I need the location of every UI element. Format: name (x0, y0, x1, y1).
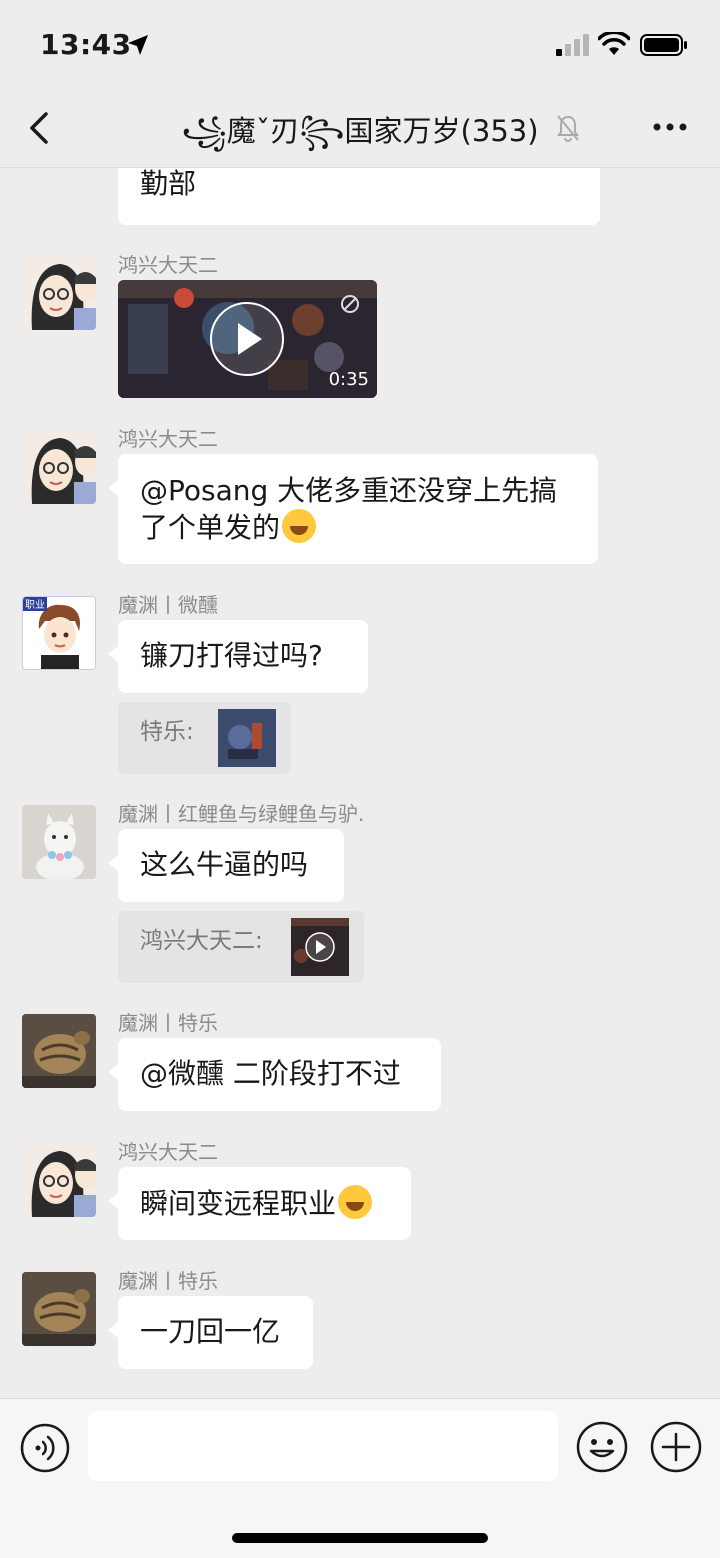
message-text: 镰刀打得过吗? (140, 639, 323, 672)
nav-bar: ꧁魔ˇ刃꧂国家万岁(353) (0, 90, 720, 168)
message-bubble[interactable]: 瞬间变远程职业 (108, 1167, 411, 1240)
tears-of-joy-emoji-icon (338, 1185, 373, 1219)
home-indicator[interactable] (232, 1533, 488, 1543)
message-text: 这么牛逼的吗 (140, 848, 309, 881)
avatar[interactable] (22, 256, 96, 330)
more-dots-icon[interactable] (652, 122, 688, 132)
quote-video-thumbnail (291, 918, 349, 976)
status-bar: 13:43 (0, 0, 720, 90)
message-bubble[interactable]: 一刀回一亿 (108, 1296, 313, 1369)
avatar[interactable] (22, 1143, 96, 1217)
avatar[interactable] (22, 430, 96, 504)
message-text: 一刀回一亿 (140, 1315, 281, 1348)
avatar[interactable] (22, 1014, 96, 1088)
signal-icon (556, 34, 589, 56)
message-text: 了个单发的 (140, 511, 281, 544)
message-bubble[interactable]: @Posang 大佬多重还没穿上先搞 了个单发的 (108, 454, 598, 564)
message-text: @微醺 二阶段打不过 (140, 1057, 401, 1090)
chat-message-list[interactable]: 勤部 鸿兴大天二 0:35 鸿兴大天二 @Posang 大佬多重还没穿上先搞 了… (0, 168, 720, 1398)
message-bubble[interactable]: 镰刀打得过吗? (108, 620, 368, 693)
location-arrow-icon (128, 35, 148, 55)
quote-sender: 特乐: (140, 719, 194, 745)
plus-icon[interactable] (650, 1421, 702, 1473)
sender-name: 魔渊丨特乐 (118, 1011, 218, 1035)
avatar-badge: 职业 (25, 599, 45, 611)
sender-name: 魔渊丨红鲤鱼与绿鲤鱼与驴. (118, 802, 365, 826)
sender-name: 鸿兴大天二 (118, 253, 218, 277)
quote-sender: 鸿兴大天二: (140, 928, 263, 954)
video-duration: 0:35 (328, 369, 369, 390)
sender-name: 鸿兴大天二 (118, 427, 218, 451)
bell-slash-icon (557, 115, 579, 142)
message-text: 勤部 (140, 168, 197, 200)
crying-laughing-emoji-icon (282, 509, 317, 543)
avatar[interactable] (22, 805, 96, 879)
message-input[interactable] (88, 1411, 558, 1481)
chevron-left-icon[interactable] (26, 110, 52, 146)
battery-icon (640, 34, 687, 56)
message-bubble[interactable]: @微醺 二阶段打不过 (108, 1038, 441, 1111)
voice-icon[interactable] (20, 1423, 70, 1473)
input-bar (0, 1398, 720, 1558)
quoted-reply[interactable]: 鸿兴大天二: (118, 911, 364, 983)
avatar[interactable] (22, 1272, 96, 1346)
video-thumbnail[interactable]: 0:35 (118, 280, 377, 398)
message-text: 瞬间变远程职业 (140, 1187, 337, 1220)
message-bubble[interactable]: 勤部 (118, 168, 600, 225)
sender-name: 鸿兴大天二 (118, 1140, 218, 1164)
chat-title[interactable]: ꧁魔ˇ刃꧂国家万岁(353) (160, 108, 560, 168)
message-bubble[interactable]: 这么牛逼的吗 (108, 829, 344, 902)
message-text: @Posang 大佬多重还没穿上先搞 (140, 474, 558, 507)
emoji-icon[interactable] (576, 1421, 628, 1473)
avatar[interactable]: 职业 (22, 596, 96, 670)
status-time: 13:43 (40, 28, 132, 61)
sender-name: 魔渊丨微醺 (118, 593, 218, 617)
quote-image-thumbnail (218, 709, 276, 767)
wifi-icon (598, 32, 630, 55)
quoted-reply[interactable]: 特乐: (118, 702, 291, 774)
sender-name: 魔渊丨特乐 (118, 1269, 218, 1293)
